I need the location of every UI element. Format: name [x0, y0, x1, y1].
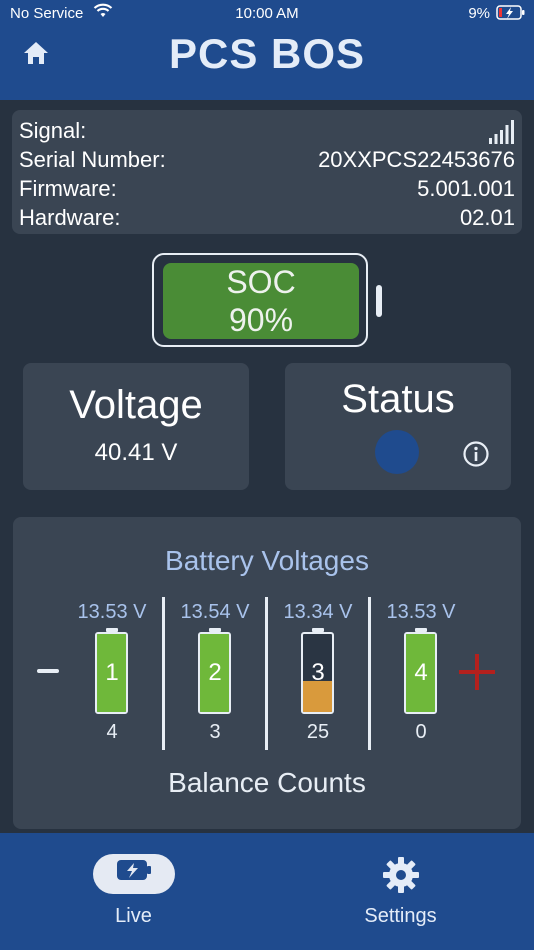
battery-cell-2: 13.54 V 2 3 — [165, 599, 265, 749]
status-card: Status — [285, 363, 511, 490]
hardware-row: Hardware: 02.01 — [19, 205, 515, 233]
battery-cell-3: 13.34 V 3 25 — [268, 599, 368, 749]
gear-icon — [267, 855, 534, 900]
cell-balance-count: 4 — [106, 721, 118, 743]
clock: 10:00 AM — [235, 5, 299, 22]
hardware-label: Hardware: — [19, 205, 121, 230]
tab-live-label: Live — [115, 905, 152, 927]
battery-percent: 9% — [468, 5, 490, 22]
battery-charging-icon — [0, 855, 267, 890]
soc-label: SOC — [226, 264, 296, 300]
minus-icon — [37, 669, 59, 673]
hardware-value: 02.01 — [459, 205, 515, 230]
battery-voltages-panel: Battery Voltages 13.53 V 1 4 13.54 V 2 3… — [13, 517, 521, 829]
voltage-label: Voltage — [69, 383, 203, 427]
cell-number: 2 — [208, 659, 222, 686]
status-indicator — [375, 430, 419, 474]
cell-balance-count: 3 — [209, 721, 221, 743]
voltage-value: 40.41 V — [94, 439, 178, 466]
firmware-label: Firmware: — [19, 176, 117, 201]
cell-balance-count: 25 — [306, 721, 330, 743]
serial-label: Serial Number: — [19, 147, 166, 172]
device-info-panel: Signal: Serial Number: 20XXPCS22453676 F… — [12, 110, 522, 234]
cell-voltage: 13.34 V — [283, 601, 353, 623]
balance-counts-label: Balance Counts — [168, 767, 366, 798]
cell-voltage: 13.53 V — [386, 601, 456, 623]
soc-value: 90% — [228, 302, 294, 338]
info-icon[interactable] — [462, 440, 490, 473]
page-title: PCS BOS — [168, 30, 366, 77]
firmware-value: 5.001.001 — [417, 176, 515, 201]
soc-battery-terminal — [376, 285, 382, 317]
soc-battery-gauge: SOC 90% — [152, 253, 382, 347]
battery-cell-4: 13.53 V 4 0 — [371, 599, 471, 749]
serial-value: 20XXPCS22453676 — [318, 147, 515, 172]
soc-fill: SOC 90% — [163, 263, 359, 339]
cell-voltage: 13.54 V — [180, 601, 250, 623]
app-header: PCS BOS — [0, 28, 534, 100]
cell-number: 3 — [311, 659, 325, 686]
tab-bar: Live Settings — [0, 833, 534, 950]
tab-settings[interactable]: Settings — [267, 833, 534, 950]
battery-cell-1: 13.53 V 1 4 — [62, 599, 162, 749]
status-bar: No Service 10:00 AM 9% — [0, 0, 534, 28]
signal-label: Signal: — [19, 118, 87, 143]
battery-icon — [496, 5, 526, 25]
tab-settings-label: Settings — [364, 905, 437, 927]
cell-number: 1 — [105, 659, 119, 686]
serial-row: Serial Number: 20XXPCS22453676 — [19, 147, 515, 175]
cell-balance-count: 0 — [415, 721, 427, 743]
cell-number: 4 — [414, 659, 428, 686]
battery-voltages-title: Battery Voltages — [165, 545, 369, 576]
voltage-card: Voltage 40.41 V — [23, 363, 249, 490]
tab-live[interactable]: Live — [0, 833, 267, 950]
cell-voltage: 13.53 V — [77, 601, 147, 623]
firmware-row: Firmware: 5.001.001 — [19, 176, 515, 204]
signal-row: Signal: — [19, 118, 515, 146]
signal-strength-icon — [489, 120, 515, 150]
status-label: Status — [341, 377, 455, 421]
